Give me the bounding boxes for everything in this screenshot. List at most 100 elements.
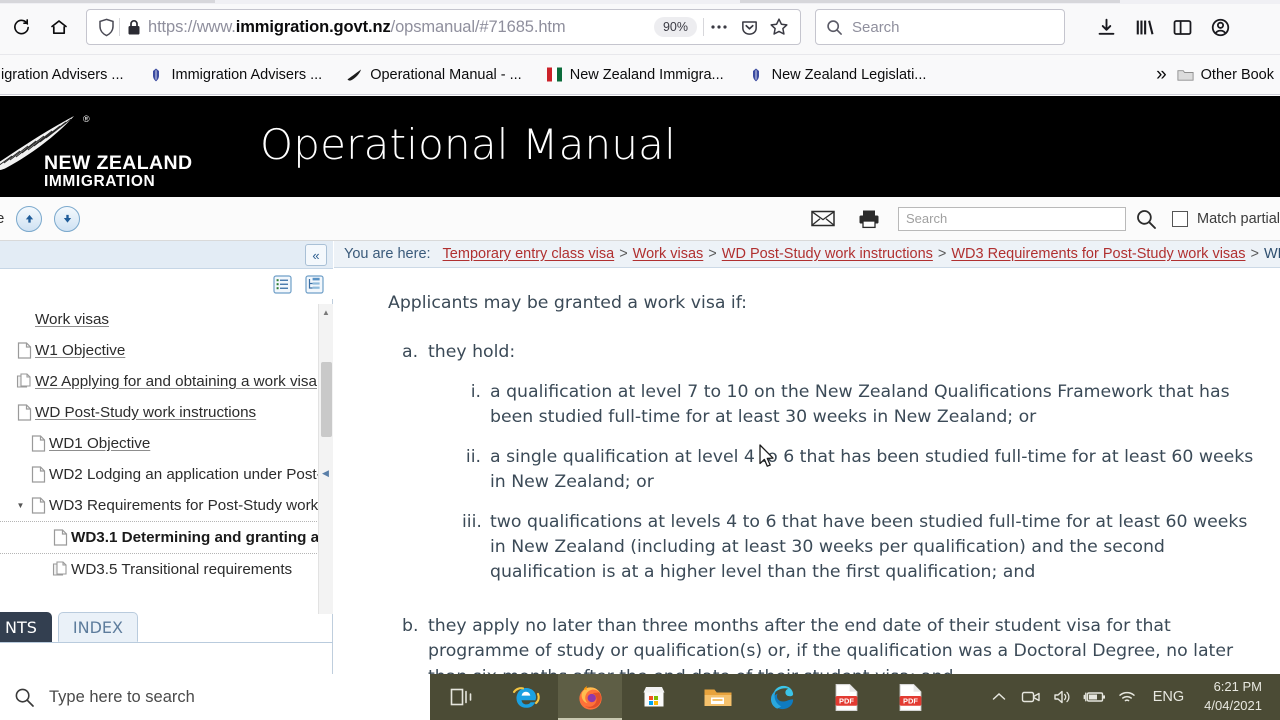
site-header: ® NEW ZEALAND IMMIGRATION Operational Ma… [0, 96, 1280, 197]
bookmark-button[interactable] [764, 12, 794, 42]
tree-item[interactable]: ▼ WD3 Requirements for Post-Study work vi… [0, 490, 333, 521]
show-hidden-icons-button[interactable] [983, 674, 1015, 720]
url-domain: immigration.govt.nz [235, 17, 391, 36]
chevron-down-icon[interactable]: ▼ [14, 501, 27, 510]
tracking-protection-button[interactable] [93, 18, 119, 37]
tree-item[interactable]: WD1 Objective [0, 428, 333, 459]
mouse-cursor [759, 444, 774, 467]
save-to-pocket-button[interactable] [734, 12, 764, 42]
site-security-button[interactable] [120, 19, 148, 36]
bookmarks-bar: igration Advisers ... Immigration Advise… [0, 55, 1280, 95]
checkbox-box[interactable] [1171, 210, 1188, 227]
previous-topic-button[interactable] [16, 205, 43, 232]
bookmark-item[interactable]: New Zealand Legislati... [741, 62, 934, 87]
bookmark-item[interactable]: Operational Manual - ... [339, 62, 529, 87]
microsoft-store-icon[interactable] [622, 674, 686, 720]
fern-icon [346, 66, 363, 83]
tab-index[interactable]: INDEX [57, 612, 138, 642]
print-button[interactable] [846, 204, 892, 234]
sidebar-toggle-button[interactable] [1163, 10, 1201, 44]
docs-icon [49, 561, 71, 578]
bookmark-label: Immigration Advisers ... [171, 66, 323, 83]
zoom-level-badge[interactable]: 90% [653, 17, 697, 37]
volume-button[interactable] [1047, 674, 1079, 720]
breadcrumb-link-3[interactable]: WD Post-Study work instructions [722, 246, 933, 262]
pdf-icon[interactable]: PDF [878, 674, 942, 720]
browser-search-bar[interactable]: Search [815, 9, 1065, 45]
edge-icon[interactable] [750, 674, 814, 720]
collapse-sidebar-button[interactable]: « [305, 244, 327, 266]
firefox-icon[interactable] [558, 674, 622, 720]
tree-item-label: WD Post-Study work instructions [35, 404, 257, 421]
page-actions-button[interactable] [704, 12, 734, 42]
match-partial-checkbox[interactable]: Match partial [1171, 210, 1280, 227]
browser-search-placeholder: Search [852, 18, 900, 36]
bookmark-label: Operational Manual - ... [370, 66, 522, 83]
breadcrumb-link-4[interactable]: WD3 Requirements for Post-Study work vis… [951, 246, 1245, 262]
sub-list-marker: ii. [465, 446, 481, 467]
navigation-sidebar: « Work visas W1 Objective W2 Applying fo… [0, 241, 333, 674]
breadcrumb-link-2[interactable]: Work visas [633, 246, 704, 262]
meet-now-button[interactable] [1015, 674, 1047, 720]
wifi-button[interactable] [1111, 674, 1143, 720]
email-button[interactable] [800, 204, 846, 234]
url-bar[interactable]: https://www.immigration.govt.nz/opsmanua… [86, 9, 801, 45]
breadcrumb-sep: > [937, 246, 947, 262]
tree-item-label: Work visas [35, 311, 109, 328]
account-button[interactable] [1201, 10, 1239, 44]
tab-contents[interactable]: NTS [0, 612, 52, 642]
tree-item[interactable]: W2 Applying for and obtaining a work vis… [0, 366, 333, 397]
language-indicator[interactable]: ENG [1143, 689, 1194, 705]
task-view-icon[interactable] [430, 674, 494, 720]
file-explorer-icon[interactable] [686, 674, 750, 720]
tree-view-icon[interactable] [305, 274, 324, 294]
match-partial-label: Match partial [1196, 210, 1280, 227]
other-bookmarks-folder[interactable]: Other Book [1177, 66, 1280, 83]
next-topic-button[interactable] [54, 205, 81, 232]
list-view-icon[interactable] [273, 274, 292, 294]
tree-item-label: WD2 Lodging an application under Post-St… [49, 466, 333, 483]
library-button[interactable] [1125, 10, 1163, 44]
breadcrumb-prefix: You are here: [344, 246, 431, 262]
scrollbar-thumb[interactable] [321, 362, 332, 437]
tree-item[interactable]: WD Post-Study work instructions [0, 397, 333, 428]
search-icon [827, 19, 842, 35]
manual-search-button[interactable] [1126, 208, 1166, 230]
url-text[interactable]: https://www.immigration.govt.nz/opsmanua… [148, 18, 654, 37]
bookmark-item[interactable]: Immigration Advisers ... [141, 62, 330, 87]
reload-button[interactable] [4, 10, 38, 44]
sub-list-item: i. a qualification at level 7 to 10 on t… [462, 380, 1280, 431]
registered-mark: ® [83, 114, 90, 124]
app-toolbar-right-group: Search Match partial [800, 204, 1280, 234]
tree-item[interactable]: WD3.5 Transitional requirements [0, 554, 333, 585]
tree-item-label: W1 Objective [35, 342, 126, 359]
clock[interactable]: 6:21 PM 4/04/2021 [1194, 678, 1272, 716]
list-marker: b. [402, 615, 419, 636]
tree-item[interactable]: Work visas [0, 304, 333, 335]
tree-item[interactable]: W1 Objective [0, 335, 333, 366]
wifi-icon [1118, 691, 1135, 702]
toolbar-left-text: e [0, 210, 5, 227]
tree-item[interactable]: WD2 Lodging an application under Post-St… [0, 459, 333, 490]
home-button[interactable] [42, 10, 76, 44]
battery-button[interactable] [1079, 674, 1111, 720]
bookmark-item[interactable]: New Zealand Immigra... [539, 62, 731, 87]
breadcrumb-link-1[interactable]: Temporary entry class visa [443, 246, 615, 262]
bookmarks-overflow-button[interactable]: » [1146, 64, 1177, 86]
shield-icon [98, 18, 114, 36]
taskbar-search[interactable]: Type here to search [0, 674, 430, 720]
pdf-icon[interactable]: PDF [814, 674, 878, 720]
site-logo[interactable]: ® NEW ZEALAND IMMIGRATION [0, 112, 198, 190]
internet-explorer-icon[interactable] [494, 674, 558, 720]
downloads-button[interactable] [1087, 10, 1125, 44]
manual-search-input[interactable]: Search [897, 206, 1126, 231]
scroll-up-arrow[interactable]: ▲ [322, 308, 330, 317]
tree-item[interactable]: WD3.1 Determining and granting a Pos [0, 522, 333, 553]
scroll-marker: ◀ [322, 468, 329, 478]
bookmark-label: New Zealand Immigra... [569, 66, 724, 83]
tree-scrollbar[interactable]: ▲ ◀ [318, 304, 333, 614]
sub-list-marker: iii. [462, 511, 482, 532]
list-item: b. they apply no later than three months… [402, 614, 1280, 674]
url-scheme: https://www. [148, 17, 236, 36]
bookmark-item[interactable]: igration Advisers ... [0, 63, 131, 87]
